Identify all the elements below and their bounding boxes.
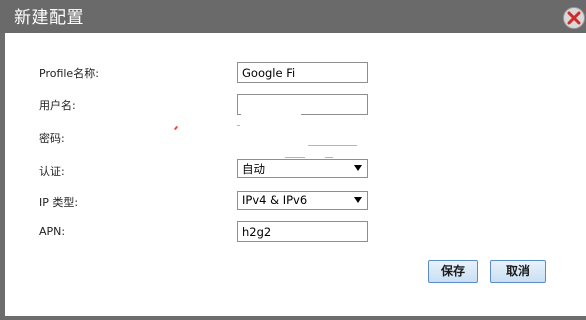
password-field-fragment bbox=[285, 157, 305, 158]
password-field-bottom bbox=[308, 145, 357, 146]
close-button[interactable] bbox=[563, 7, 585, 29]
password-field-edge bbox=[237, 125, 240, 126]
username-label: 用户名: bbox=[39, 99, 76, 112]
auth-label: 认证: bbox=[39, 165, 65, 178]
password-label: 密码: bbox=[39, 132, 65, 145]
password-field-fragment bbox=[325, 157, 333, 158]
auth-select[interactable]: 自动 bbox=[237, 159, 368, 178]
profile-name-input[interactable] bbox=[237, 62, 368, 83]
cancel-button[interactable]: 取消 bbox=[490, 260, 546, 283]
close-icon bbox=[567, 11, 581, 25]
apn-input[interactable] bbox=[237, 221, 368, 242]
dialog-body: Profile名称: 用户名: 密码: 认证: 自动 IP 类型: IPv4 &… bbox=[5, 33, 586, 316]
ip-type-selected-value: IPv4 & IPv6 bbox=[242, 193, 308, 207]
save-button[interactable]: 保存 bbox=[428, 260, 478, 283]
dropdown-arrow-icon bbox=[354, 197, 362, 203]
redaction-patch bbox=[241, 107, 301, 115]
dropdown-arrow-icon bbox=[354, 165, 362, 171]
stray-mark bbox=[173, 125, 179, 131]
ip-type-select[interactable]: IPv4 & IPv6 bbox=[237, 191, 368, 210]
profile-name-label: Profile名称: bbox=[39, 67, 99, 80]
dialog-title: 新建配置 bbox=[14, 8, 84, 28]
dialog-titlebar: 新建配置 bbox=[0, 0, 586, 33]
new-profile-dialog: 新建配置 Profile名称: 用户名: 密码: 认证: 自动 IP 类型: bbox=[0, 0, 586, 320]
apn-label: APN: bbox=[39, 225, 66, 238]
ip-type-label: IP 类型: bbox=[39, 196, 79, 209]
auth-selected-value: 自动 bbox=[242, 162, 265, 176]
